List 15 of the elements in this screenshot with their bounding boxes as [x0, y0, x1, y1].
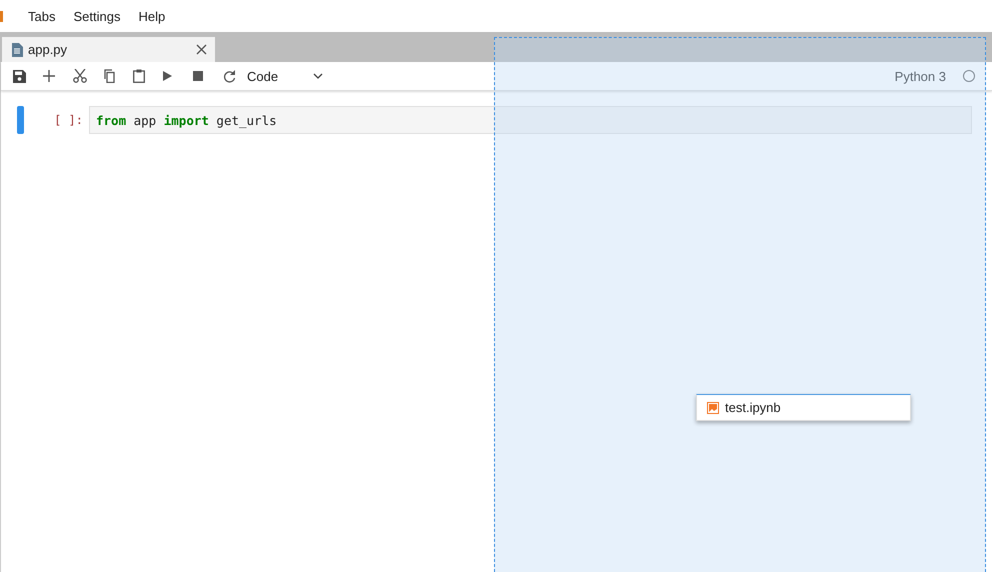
cell-prompt: [ ]: — [53, 113, 84, 127]
close-icon[interactable] — [196, 44, 207, 55]
caret-icon — [313, 73, 323, 79]
menu-item[interactable]: Settings — [64, 8, 130, 24]
cell-type-dropdown[interactable]: Code — [247, 68, 323, 84]
file-icon — [11, 42, 23, 56]
code-input[interactable]: from app import get_urls — [89, 106, 972, 134]
tab-label: app.py — [28, 42, 68, 57]
logo-icon — [0, 10, 3, 22]
menu-item[interactable]: Tabs — [19, 8, 64, 24]
file-name: test.ipynb — [725, 400, 781, 415]
editor-tab[interactable]: app.py — [2, 37, 215, 62]
kernel-name: Python 3 — [894, 68, 946, 84]
notebook-icon — [707, 402, 719, 414]
menu-item[interactable]: Help — [129, 8, 174, 24]
